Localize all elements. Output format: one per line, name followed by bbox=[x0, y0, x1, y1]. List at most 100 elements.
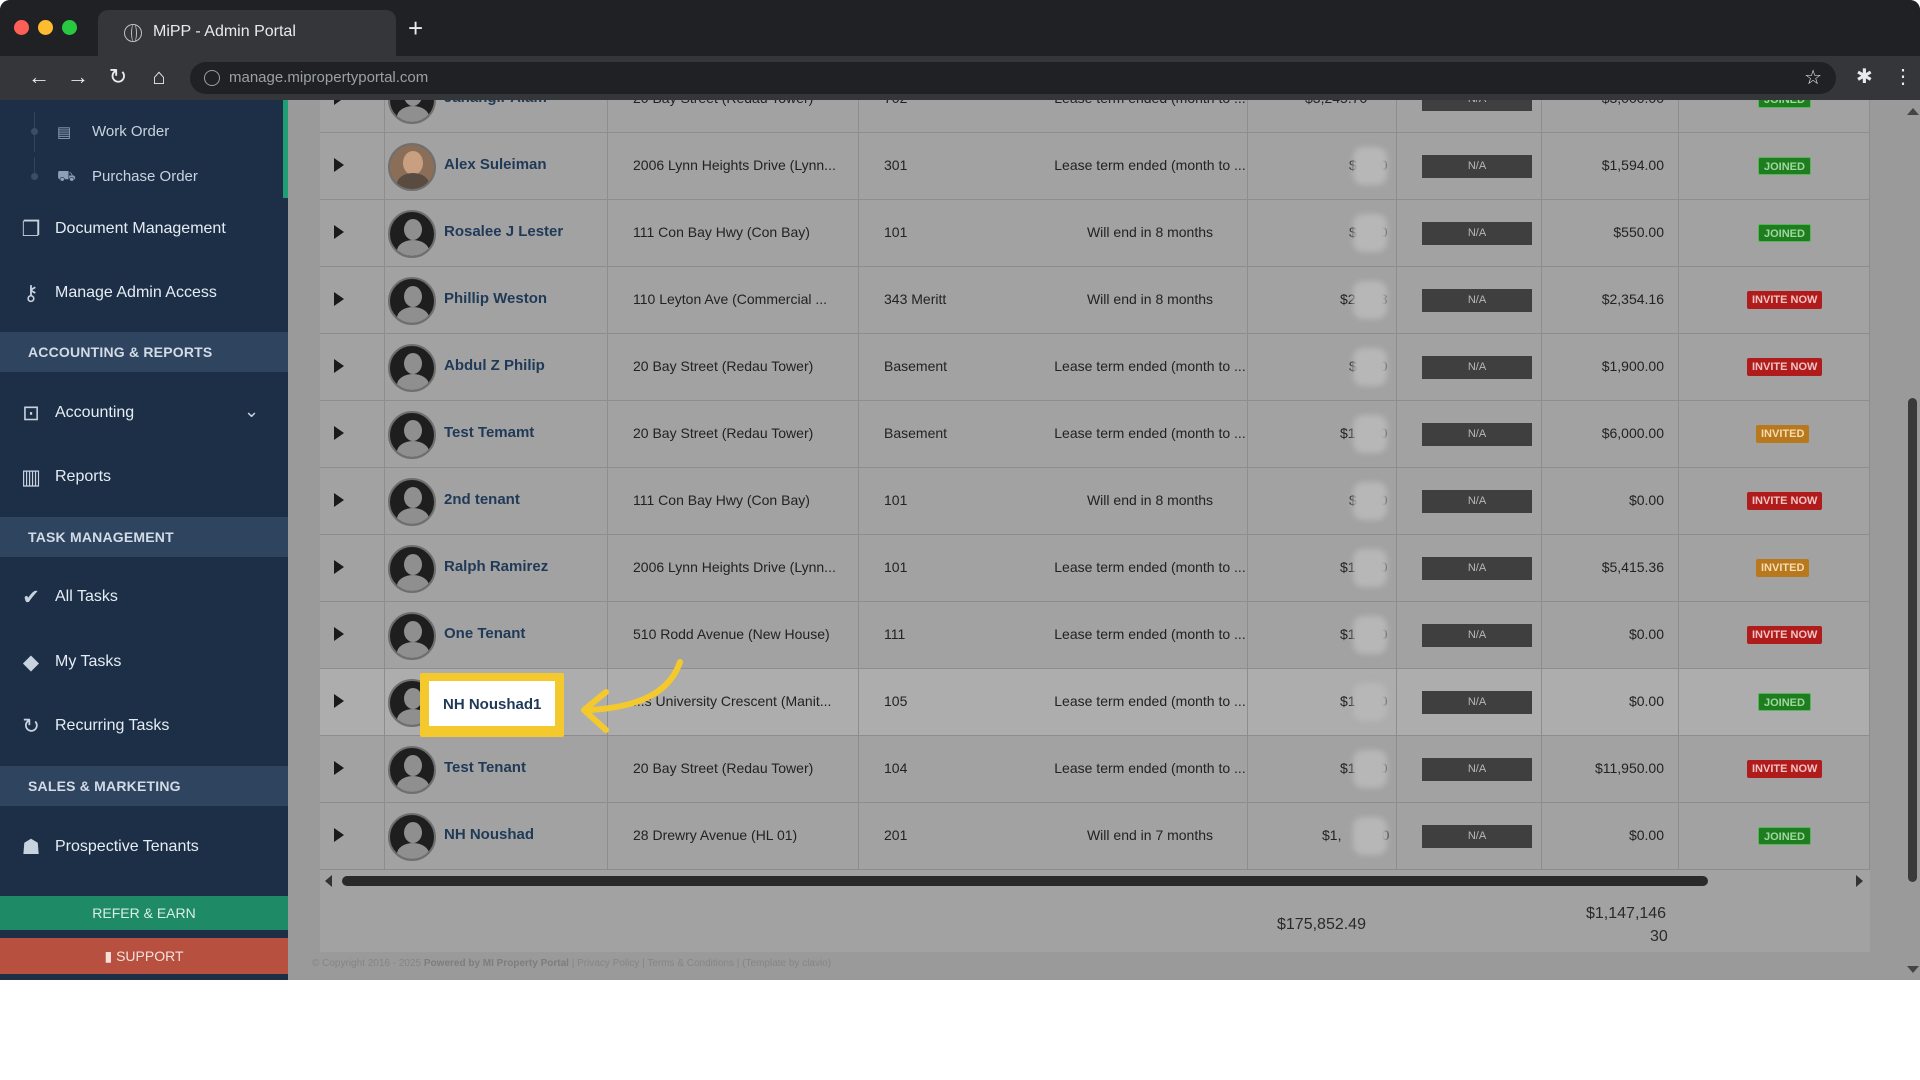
chevron-down-icon: ⌄ bbox=[244, 401, 260, 421]
expand-row-icon[interactable] bbox=[334, 560, 344, 574]
sidebar-item-all-tasks[interactable]: ✔ All Tasks bbox=[0, 571, 288, 625]
table-row[interactable]: Alex Suleiman 2006 Lynn Heights Drive (Ly… bbox=[320, 133, 1870, 200]
unit-number: 343 Meritt bbox=[884, 291, 947, 307]
table-cell bbox=[320, 100, 385, 133]
invite-status-badge[interactable]: INVITE NOW bbox=[1747, 626, 1823, 644]
expand-row-icon[interactable] bbox=[334, 828, 344, 842]
sidebar-item-document-management[interactable]: ❐ Document Management bbox=[0, 203, 288, 257]
avatar-head bbox=[404, 487, 422, 508]
unit-number: Basement bbox=[884, 358, 948, 374]
tenant-name[interactable]: Abdul Z Philip bbox=[444, 357, 545, 374]
tenant-name[interactable]: One Tenant bbox=[444, 625, 525, 642]
tenant-name[interactable]: Alex Suleiman bbox=[444, 156, 547, 173]
tenant-name[interactable]: 2nd tenant bbox=[444, 491, 520, 508]
scroll-up-arrow-icon[interactable] bbox=[1907, 108, 1919, 115]
table-row[interactable]: Jahangir Alam 20 Bay Street (Redau Tower)… bbox=[320, 100, 1870, 133]
section-label: TASK MANAGEMENT bbox=[28, 529, 174, 545]
documents-icon: ❐ bbox=[21, 218, 41, 241]
home-icon[interactable]: ⌂ bbox=[144, 62, 174, 92]
table-row[interactable]: Test Tenant 20 Bay Street (Redau Tower) 10… bbox=[320, 736, 1870, 803]
sidebar-subitem-work-order[interactable]: ▤ Work Order bbox=[0, 112, 283, 152]
avatar-head bbox=[404, 554, 422, 575]
table-cell bbox=[320, 803, 385, 870]
minimize-window-button[interactable] bbox=[38, 20, 53, 35]
sidebar-item-reports[interactable]: ▥ Reports bbox=[0, 451, 288, 505]
sidebar: ▤ Work Order ⛟ Purchase Order ❐ Document… bbox=[0, 100, 288, 980]
balance-amount: $0.00 bbox=[1628, 827, 1664, 843]
sidebar-item-manage-admin-access[interactable]: ⚷ Manage Admin Access bbox=[0, 267, 288, 321]
highlighted-tenant-name[interactable]: NH Noushad1 bbox=[443, 696, 541, 713]
vertical-scroll-thumb[interactable] bbox=[1908, 398, 1917, 882]
tenant-name[interactable]: Jahangir Alam bbox=[444, 100, 547, 106]
table-row[interactable]: Ralph Ramirez 2006 Lynn Heights Drive (Ly… bbox=[320, 535, 1870, 602]
invite-status-badge: JOINED bbox=[1758, 224, 1811, 242]
status-chip: N/A bbox=[1422, 557, 1532, 580]
support-button[interactable]: ▮ SUPPORT bbox=[0, 938, 288, 974]
invite-status-badge[interactable]: INVITE NOW bbox=[1747, 358, 1823, 376]
tenant-name[interactable]: Test Tenant bbox=[444, 759, 526, 776]
table-row[interactable]: Phillip Weston 110 Leyton Ave (Commercial… bbox=[320, 267, 1870, 334]
sidebar-item-label: Prospective Tenants bbox=[55, 838, 199, 855]
tenant-name[interactable]: Ralph Ramirez bbox=[444, 558, 548, 575]
powered-by-link[interactable]: Powered by MI Property Portal bbox=[424, 958, 569, 969]
scroll-right-arrow-icon[interactable] bbox=[1856, 875, 1863, 887]
extensions-puzzle-icon[interactable]: ✱ bbox=[1856, 64, 1873, 89]
refer-earn-button[interactable]: REFER & EARN bbox=[0, 896, 288, 930]
expand-row-icon[interactable] bbox=[334, 627, 344, 641]
tenant-name[interactable]: NH Noushad bbox=[444, 826, 534, 843]
site-info-icon[interactable] bbox=[204, 70, 220, 86]
maximize-window-button[interactable] bbox=[62, 20, 77, 35]
scroll-left-arrow-icon[interactable] bbox=[325, 875, 332, 887]
tenant-name[interactable]: Test Temamt bbox=[444, 424, 534, 441]
forward-arrow-icon[interactable]: → bbox=[63, 62, 93, 92]
invite-status-badge[interactable]: INVITE NOW bbox=[1747, 492, 1823, 510]
sidebar-item-accounting[interactable]: ⊡ Accounting ⌄ bbox=[0, 387, 288, 441]
table-cell bbox=[320, 334, 385, 401]
unit-number: 101 bbox=[884, 559, 908, 575]
address-bar[interactable]: manage.mipropertyportal.com ☆ bbox=[190, 62, 1836, 94]
expand-row-icon[interactable] bbox=[334, 359, 344, 373]
lease-status: Will end in 8 months bbox=[1086, 492, 1214, 508]
back-arrow-icon[interactable]: ← bbox=[24, 62, 54, 92]
url-text[interactable]: manage.mipropertyportal.com bbox=[229, 69, 428, 86]
property-address: 20 Bay Street (Redau Tower) bbox=[633, 358, 814, 374]
table-row[interactable]: Abdul Z Philip 20 Bay Street (Redau Tower… bbox=[320, 334, 1870, 401]
horizontal-scroll-thumb[interactable] bbox=[342, 876, 1708, 886]
bookmark-star-icon[interactable]: ☆ bbox=[1804, 65, 1822, 90]
expand-row-icon[interactable] bbox=[334, 100, 344, 105]
avatar bbox=[388, 143, 436, 191]
expand-row-icon[interactable] bbox=[334, 225, 344, 239]
sidebar-subitem-purchase-order[interactable]: ⛟ Purchase Order bbox=[0, 157, 283, 197]
sidebar-item-recurring-tasks[interactable]: ↻ Recurring Tasks bbox=[0, 700, 288, 754]
sidebar-item-my-tasks[interactable]: ◆ My Tasks bbox=[0, 636, 288, 690]
property-address: 111 Con Bay Hwy (Con Bay) bbox=[633, 224, 810, 240]
table-row[interactable]: NH Noushad 28 Drewry Avenue (HL 01) 201 Wil… bbox=[320, 803, 1870, 870]
tenant-name[interactable]: Rosalee J Lester bbox=[444, 223, 563, 240]
invite-status-badge: INVITED bbox=[1756, 559, 1810, 577]
expand-row-icon[interactable] bbox=[334, 426, 344, 440]
tenant-name[interactable]: Phillip Weston bbox=[444, 290, 547, 307]
browser-menu-icon[interactable]: ⋮ bbox=[1893, 62, 1913, 92]
invite-status-badge[interactable]: INVITE NOW bbox=[1747, 291, 1823, 309]
reload-icon[interactable]: ↻ bbox=[103, 62, 133, 92]
new-tab-button[interactable]: + bbox=[408, 15, 423, 41]
expand-row-icon[interactable] bbox=[334, 761, 344, 775]
expand-row-icon[interactable] bbox=[334, 158, 344, 172]
close-window-button[interactable] bbox=[14, 20, 29, 35]
table-row[interactable]: One Tenant 510 Rodd Avenue (New House) 111… bbox=[320, 602, 1870, 669]
vertical-scrollbar[interactable] bbox=[1905, 100, 1920, 980]
table-row[interactable]: Rosalee J Lester 111 Con Bay Hwy (Con Bay… bbox=[320, 200, 1870, 267]
browser-tab[interactable]: MiPP - Admin Portal bbox=[98, 10, 396, 56]
expand-row-icon[interactable] bbox=[334, 493, 344, 507]
expand-row-icon[interactable] bbox=[334, 292, 344, 306]
table-row[interactable]: 2nd tenant 111 Con Bay Hwy (Con Bay) 101 Wi… bbox=[320, 468, 1870, 535]
invite-status-badge[interactable]: INVITE NOW bbox=[1747, 760, 1823, 778]
horizontal-scrollbar[interactable] bbox=[320, 870, 1870, 892]
table-row[interactable]: Test Temamt 20 Bay Street (Redau Tower) Ba… bbox=[320, 401, 1870, 468]
sidebar-item-prospective-tenants[interactable]: ☗ Prospective Tenants bbox=[0, 821, 288, 875]
expand-row-icon[interactable] bbox=[334, 694, 344, 708]
privacy-policy-link[interactable]: Privacy Policy bbox=[577, 958, 639, 969]
avatar-body bbox=[397, 173, 429, 189]
scroll-down-arrow-icon[interactable] bbox=[1907, 966, 1919, 973]
terms-link[interactable]: Terms & Conditions bbox=[647, 958, 734, 969]
